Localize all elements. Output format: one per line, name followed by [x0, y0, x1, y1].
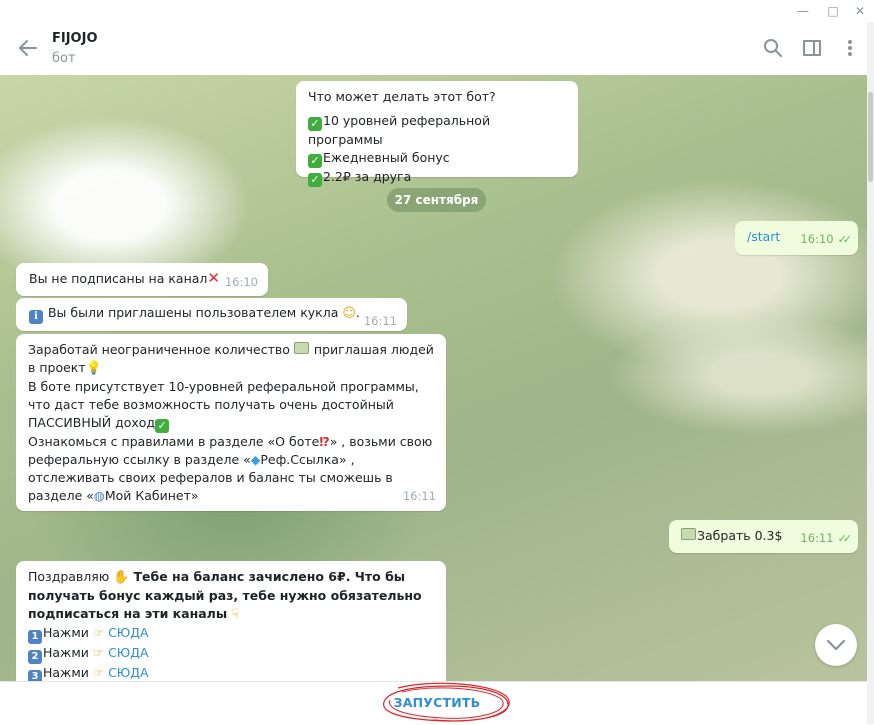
channel-item: 3 Нажми ☞ СЮДА — [28, 664, 434, 681]
incoming-message: Вы не подписаны на канал✕ 16:10 — [16, 263, 268, 296]
message-text: Забрать 0.3$ — [697, 528, 783, 543]
message-time: 16:11 — [800, 531, 834, 545]
scrollbar[interactable] — [867, 22, 874, 724]
back-arrow-icon[interactable] — [14, 34, 42, 62]
money-icon — [293, 342, 309, 354]
incoming-message: Поздравляю ✋ Тебе на баланс зачислено 6₽… — [16, 561, 446, 681]
command-text[interactable]: /start — [747, 229, 780, 244]
keycap-1-icon: 1 — [28, 630, 42, 644]
exclamation-question-icon: ⁉ — [319, 434, 330, 449]
message-time: 16:11 — [402, 489, 436, 503]
read-checks-icon: ✓✓ — [837, 233, 853, 246]
message-meta: 16:10 ✓✓ — [800, 230, 853, 249]
money-icon — [681, 528, 696, 540]
chat-title[interactable]: FIJOJO — [52, 31, 98, 46]
channel-link[interactable]: СЮДА — [108, 625, 149, 640]
diamond-icon: ◆ — [250, 452, 261, 467]
message-time: 16:10 — [800, 232, 834, 246]
check-icon: ✓ — [308, 117, 322, 131]
more-menu-icon[interactable] — [838, 36, 862, 60]
channel-link[interactable]: СЮДА — [108, 645, 149, 660]
bottom-bar: ЗАПУСТИТЬ — [0, 681, 867, 725]
chat-subtitle: бот — [52, 51, 76, 66]
window-titlebar: — □ ✕ — [0, 0, 874, 22]
bot-description: Что может делать этот бот? ✓ 10 уровней р… — [296, 81, 578, 187]
check-icon: ✓ — [308, 173, 322, 187]
date-separator: 27 сентября — [387, 188, 486, 212]
chat-area[interactable]: Что может делать этот бот? ✓ 10 уровней р… — [0, 75, 867, 681]
description-line: ✓ 2.2₽ за друга — [308, 168, 566, 187]
globe-icon: ◍ — [93, 488, 105, 503]
channel-link[interactable]: СЮДА — [108, 665, 149, 680]
check-icon: ✓ — [308, 154, 322, 168]
start-button[interactable]: ЗАПУСТИТЬ — [382, 695, 492, 710]
lightbulb-icon: 💡 — [85, 361, 102, 376]
maximize-icon[interactable]: □ — [825, 3, 841, 19]
point-right-icon: ☞ — [92, 625, 105, 640]
info-icon: i — [29, 310, 43, 324]
outgoing-message[interactable]: /start 16:10 ✓✓ — [735, 221, 858, 255]
point-down-icon: ☟ — [231, 607, 240, 622]
description-line: ✓ Ежедневный бонус — [308, 149, 566, 168]
outgoing-message: Забрать 0.3$ 16:11 ✓✓ — [669, 520, 858, 553]
point-right-icon: ☞ — [92, 645, 105, 660]
sidebar-toggle-icon[interactable] — [800, 36, 824, 60]
description-line: ✓ 10 уровней реферальной программы — [308, 113, 491, 147]
incoming-message: Заработай неограниченное количество приг… — [16, 334, 446, 511]
message-text: Вы были приглашены пользователем кукла — [47, 305, 339, 320]
point-right-icon: ☞ — [92, 665, 105, 680]
chevron-down-icon — [826, 639, 846, 651]
incoming-message: i Вы были приглашены пользователем кукла… — [16, 298, 407, 331]
message-text: Вы не подписаны на канал — [29, 271, 208, 286]
message-time: 16:11 — [363, 314, 397, 328]
channel-item: 2 Нажми ☞ СЮДА — [28, 644, 434, 664]
money-face-emoji-icon: ☺ — [342, 306, 356, 321]
minimize-icon[interactable]: — — [795, 3, 811, 19]
channel-item: 1 Нажми ☞ СЮДА — [28, 624, 434, 644]
check-icon: ✓ — [155, 419, 170, 433]
message-time: 16:10 — [224, 275, 258, 289]
scroll-down-button[interactable] — [815, 624, 857, 666]
message-meta: 16:11 ✓✓ — [800, 529, 853, 548]
raised-hands-icon: ✋ — [113, 570, 130, 585]
keycap-3-icon: 3 — [28, 670, 42, 681]
keycap-2-icon: 2 — [28, 650, 42, 664]
read-checks-icon: ✓✓ — [837, 532, 853, 545]
cross-mark-icon: ✕ — [207, 269, 220, 287]
message-text: Поздравляю ✋ Тебе на баланс зачислено 6₽… — [28, 569, 422, 622]
message-text: Заработай неограниченное количество приг… — [28, 342, 434, 503]
chat-header: FIJOJO бот — [0, 22, 867, 75]
description-heading: Что может делать этот бот? — [308, 89, 496, 104]
search-icon[interactable] — [761, 36, 785, 60]
close-icon[interactable]: ✕ — [852, 3, 868, 19]
